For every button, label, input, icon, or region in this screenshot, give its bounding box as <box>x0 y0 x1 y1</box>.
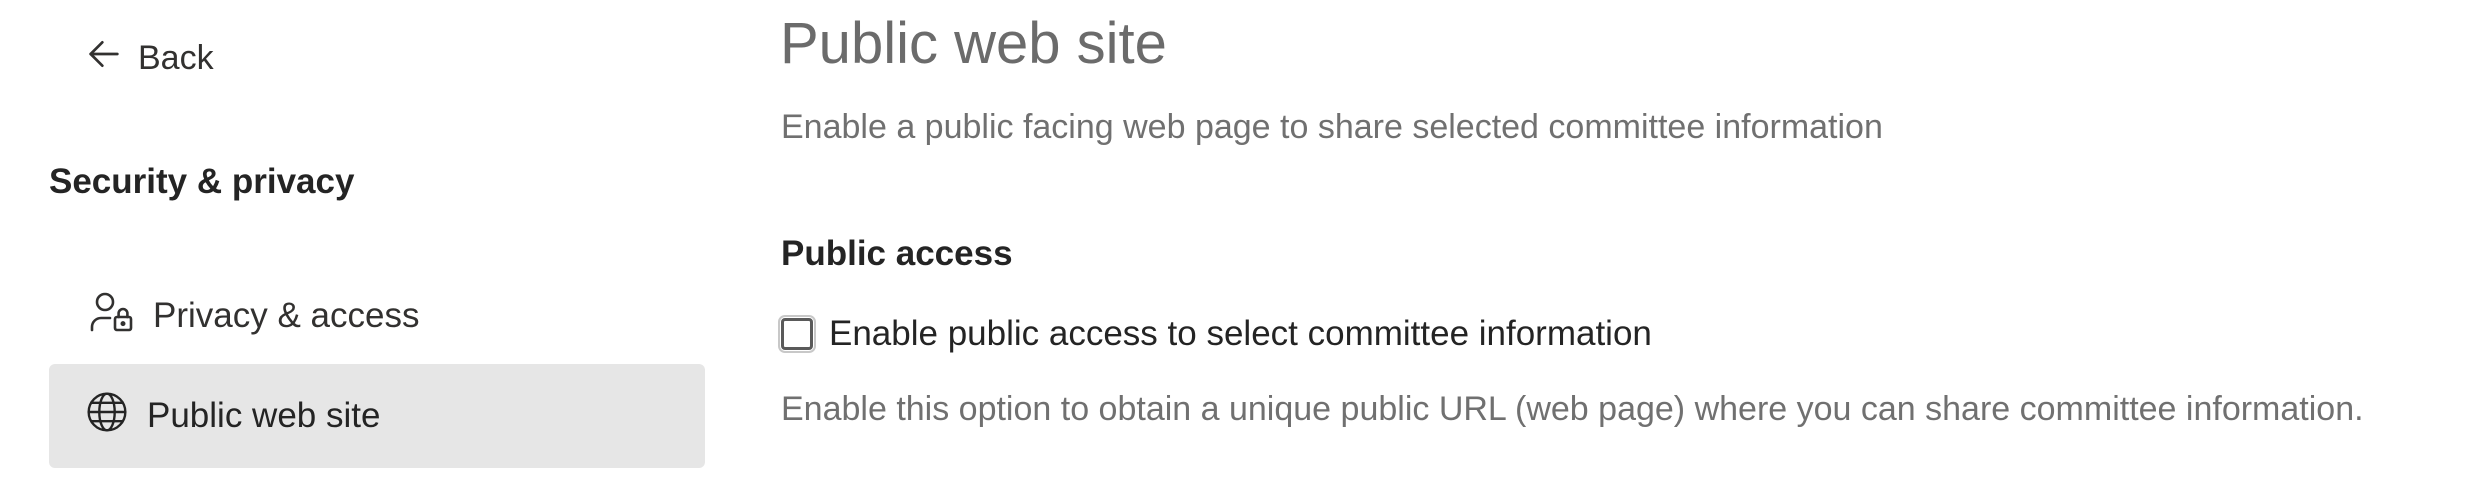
sidebar-item-label: Privacy & access <box>153 296 420 335</box>
globe-icon <box>85 390 129 443</box>
public-access-checkbox-row[interactable]: Enable public access to select committee… <box>778 314 1652 354</box>
public-access-help-text: Enable this option to obtain a unique pu… <box>781 390 2364 428</box>
sidebar-item-public-web-site[interactable]: Public web site <box>49 364 705 468</box>
back-button[interactable]: Back <box>84 34 214 83</box>
public-access-checkbox[interactable] <box>778 315 816 353</box>
page-subtitle: Enable a public facing web page to share… <box>781 108 1883 146</box>
person-lock-icon <box>87 288 135 345</box>
public-access-heading: Public access <box>781 234 1013 273</box>
page-title: Public web site <box>780 11 1167 76</box>
checkbox-label: Enable public access to select committee… <box>829 314 1652 353</box>
sidebar-section-title: Security & privacy <box>49 162 355 201</box>
arrow-left-icon <box>84 34 124 83</box>
sidebar-item-label: Public web site <box>147 396 381 435</box>
back-label: Back <box>138 39 214 77</box>
sidebar-item-privacy-access[interactable]: Privacy & access <box>49 264 705 368</box>
settings-page: Back Security & privacy Privacy & access <box>0 0 2483 486</box>
